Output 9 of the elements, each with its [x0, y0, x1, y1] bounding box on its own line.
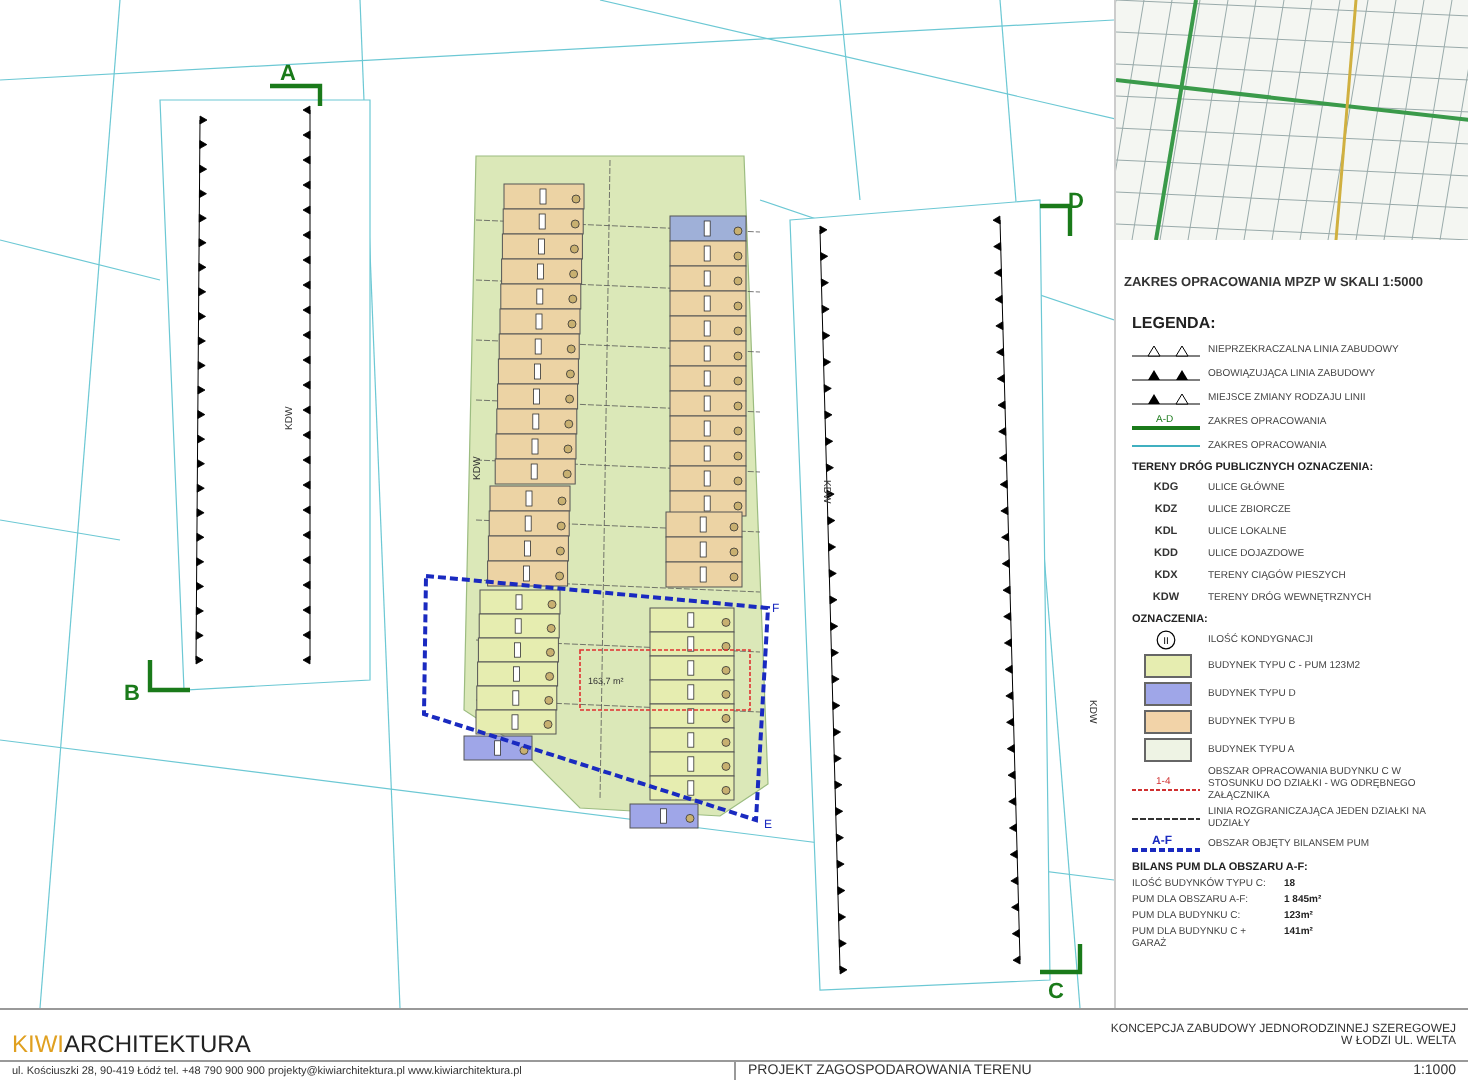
setback-line-icon [1132, 340, 1200, 360]
dashed-line-icon [1132, 817, 1200, 819]
corner-label: C [1048, 980, 1064, 1004]
corner-label: B [124, 682, 140, 706]
corner-label: A [280, 62, 296, 86]
line-change-icon [1132, 388, 1200, 408]
company-logo: KIWIARCHITEKTURA [10, 1028, 253, 1060]
boundary-line-icon [1132, 443, 1200, 447]
legend-title: LEGENDA: [1132, 314, 1218, 332]
